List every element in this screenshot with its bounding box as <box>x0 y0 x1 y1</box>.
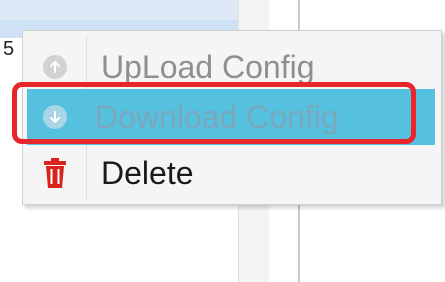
menu-item-download-config[interactable]: Download Config <box>27 89 435 145</box>
list-row-selected[interactable] <box>0 0 240 20</box>
menu-item-label: UpLoad Config <box>101 49 315 85</box>
context-menu: UpLoad Config Download Config Delete <box>22 30 442 205</box>
menu-item-label: Delete <box>101 155 194 191</box>
list-cell-value: 5 <box>3 38 15 60</box>
menu-item-upload-config[interactable]: UpLoad Config <box>25 41 439 93</box>
download-arrow-icon <box>31 89 79 145</box>
menu-item-delete[interactable]: Delete <box>25 147 439 199</box>
menu-item-label: Download Config <box>95 99 339 135</box>
upload-arrow-icon <box>31 41 79 93</box>
trash-icon <box>31 147 79 199</box>
screenshot-stage: 5 UpLoad Config Download Config Delete <box>0 0 445 282</box>
